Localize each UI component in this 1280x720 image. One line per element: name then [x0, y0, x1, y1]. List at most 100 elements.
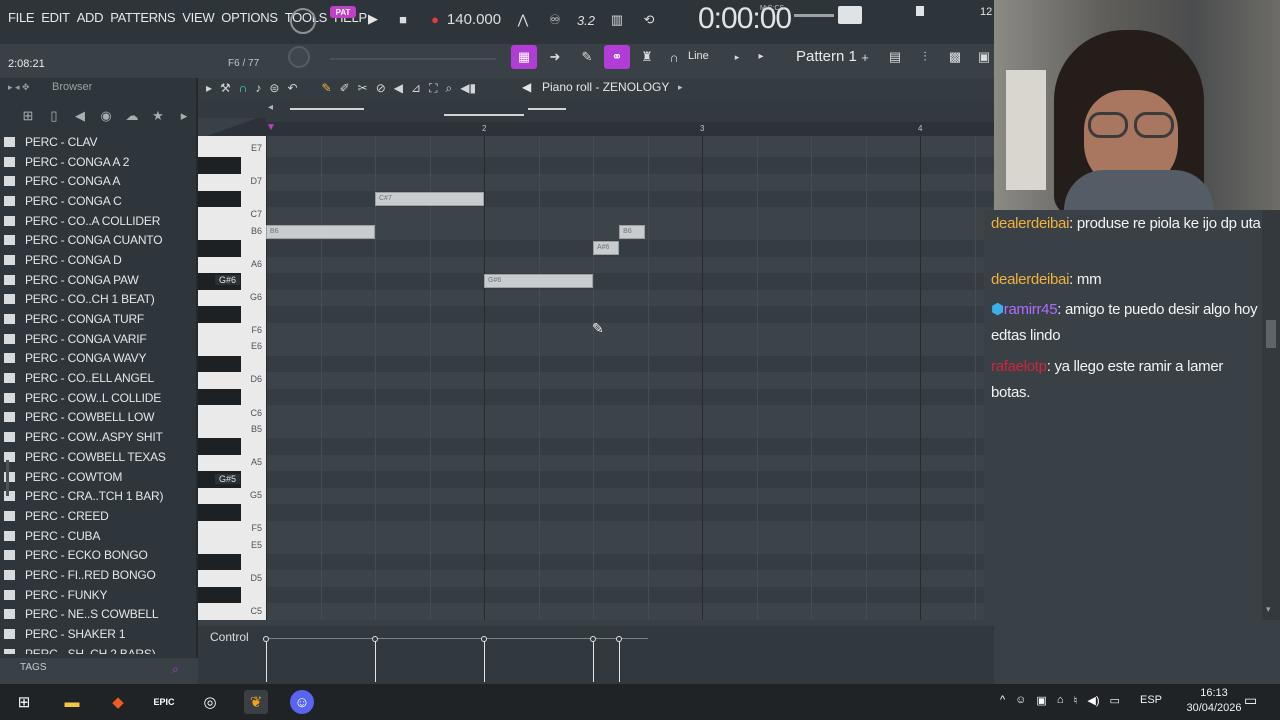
browser-item[interactable]: PERC - COW..L COLLIDE — [0, 388, 196, 408]
scroll-left-icon[interactable]: ◂ — [268, 102, 273, 113]
velocity-handle[interactable] — [372, 636, 378, 642]
metronome-icon[interactable]: ⋀ — [512, 10, 534, 30]
browser-item[interactable]: PERC - CREED — [0, 506, 196, 526]
browser-item[interactable]: PERC - CO..ELL ANGEL — [0, 368, 196, 388]
browser-item[interactable]: PERC - CLAV — [0, 132, 196, 152]
arrow-right-icon[interactable]: ➜ — [544, 46, 566, 68]
black-key[interactable] — [198, 388, 241, 406]
add-pattern-icon[interactable]: + — [858, 48, 872, 66]
menu-edit[interactable]: EDIT — [41, 10, 70, 25]
loop-record-icon[interactable]: ⟲ — [638, 10, 660, 30]
velocity-handle[interactable] — [590, 636, 596, 642]
black-key[interactable] — [198, 240, 241, 257]
pattern-selector[interactable]: Pattern 1 — [796, 48, 857, 65]
browser-item[interactable]: PERC - CONGA WAVY — [0, 349, 196, 369]
browser-item[interactable]: PERC - ECKO BONGO — [0, 545, 196, 565]
browser-options-icon[interactable]: ⊞ — [18, 108, 38, 124]
note-block[interactable]: G#6 — [484, 274, 593, 289]
star-icon[interactable]: ★ — [148, 108, 168, 124]
pencil-tool-icon[interactable]: ✎ — [322, 81, 332, 96]
browser-item[interactable]: PERC - NE..S COWBELL — [0, 605, 196, 625]
zoom-tool-icon[interactable]: ⌕ — [446, 81, 453, 96]
browser-item[interactable]: PERC - CONGA VARIF — [0, 329, 196, 349]
timeline-ruler[interactable]: 2 3 4 — [266, 122, 994, 136]
slice-tool-icon[interactable]: ⊿ — [411, 81, 421, 96]
velocity-bar[interactable] — [484, 640, 485, 682]
note-block[interactable]: A#6 — [593, 241, 620, 256]
browser-item[interactable]: PERC - CONGA C — [0, 191, 196, 211]
browser-item[interactable]: PERC - COWTOM — [0, 467, 196, 487]
mute-tool-icon[interactable]: ◀ — [394, 81, 403, 96]
paint-icon[interactable]: ✐ — [340, 81, 350, 96]
obs-icon[interactable]: ◎ — [198, 690, 222, 714]
browser-item[interactable]: PERC - CONGA A 2 — [0, 152, 196, 172]
playback-tool-icon[interactable]: ◀▮ — [460, 81, 476, 96]
master-volume-slider[interactable] — [794, 14, 834, 17]
pencil-icon[interactable]: ✎ — [576, 46, 598, 68]
black-key[interactable] — [198, 553, 241, 571]
typing-keyboard-icon[interactable]: ▥ — [606, 10, 628, 30]
magnet-tool-icon[interactable]: ∩ — [239, 81, 248, 96]
link-icon[interactable]: ⚭ — [604, 45, 630, 69]
menu-options[interactable]: OPTIONS — [221, 10, 278, 25]
microphone-icon[interactable]: ♮ — [1073, 694, 1077, 707]
notifications-icon[interactable]: ▭ — [1244, 692, 1257, 709]
browser-item[interactable]: PERC - CONGA CUANTO — [0, 230, 196, 250]
velocity-bar[interactable] — [619, 640, 621, 682]
browser-item[interactable]: PERC - CO..CH 1 BEAT) — [0, 290, 196, 310]
file-icon[interactable]: ▯ — [44, 108, 64, 124]
scroll-down-icon[interactable]: ▾ — [1266, 604, 1271, 615]
vertical-scrollbar[interactable] — [1262, 210, 1280, 620]
velocity-handle[interactable] — [263, 636, 269, 642]
snap-arrow-icon[interactable]: ▸ — [732, 50, 742, 64]
control-label[interactable]: Control — [210, 630, 249, 644]
fl-studio-icon[interactable]: ❦ — [244, 690, 268, 714]
mixer-icon[interactable]: ⫶ — [914, 46, 936, 68]
browser-item[interactable]: PERC - FI..RED BONGO — [0, 565, 196, 585]
pat-song-toggle[interactable]: PAT — [330, 6, 356, 18]
horizontal-scroll-area[interactable] — [198, 100, 994, 122]
brave-icon[interactable]: ◆ — [106, 690, 130, 714]
epic-games-icon[interactable]: EPIC — [152, 690, 176, 714]
black-key[interactable] — [198, 190, 241, 208]
tempo-display[interactable]: 140.000 — [447, 10, 501, 28]
black-key[interactable] — [198, 306, 241, 323]
browser-arrows-icon[interactable]: ▸ ◂ ✥ — [8, 82, 30, 93]
expand-icon[interactable]: ▸ — [174, 108, 194, 124]
tray-wifi-icon[interactable]: ⌂ — [1057, 694, 1064, 707]
browser-item[interactable]: PERC - FUNKY — [0, 585, 196, 605]
tray-discord-icon[interactable]: ☺ — [1015, 694, 1026, 707]
browser-item[interactable]: PERC - COW..ASPY SHIT — [0, 427, 196, 447]
cut-tool-icon[interactable]: ✂ — [358, 81, 368, 96]
master-pitch-knob[interactable] — [288, 46, 310, 68]
velocity-bar[interactable] — [375, 640, 376, 682]
menu-patterns[interactable]: PATTERNS — [110, 10, 175, 25]
piano-roll-speaker-icon[interactable]: ◀ — [522, 80, 531, 94]
browser-item[interactable]: PERC - SHAKER 1 — [0, 624, 196, 644]
wrench-icon[interactable]: ⚒ — [220, 81, 231, 96]
black-key[interactable] — [198, 438, 241, 455]
file-explorer-icon[interactable]: ▬ — [60, 690, 84, 714]
velocity-bar[interactable] — [266, 640, 267, 682]
scroll-thumb-left[interactable] — [290, 108, 364, 110]
playlist-icon[interactable]: ▤ — [884, 46, 906, 68]
tray-expand-icon[interactable]: ^ — [1000, 694, 1005, 707]
browser-item[interactable]: PERC - CONGA PAW — [0, 270, 196, 290]
velocity-bar[interactable] — [593, 640, 594, 682]
discord-icon[interactable]: ☺ — [290, 690, 314, 714]
menu-add[interactable]: ADD — [77, 10, 104, 25]
snap-select[interactable]: Line — [688, 50, 709, 62]
wait-icon[interactable]: ♾ — [544, 10, 566, 30]
stamp-tool-icon[interactable]: ⊜ — [269, 81, 279, 96]
piano-keys[interactable]: E7 D7 C7 B6 A6 G#6 G6 F6 E6 D6 C6 B5 A5 G#5 G5 F5 E5 D5 C5 — [198, 136, 266, 620]
volume-icon[interactable]: ◀) — [1087, 694, 1099, 707]
browser-scrollbar[interactable] — [6, 460, 9, 496]
playhead-marker-icon[interactable]: ▼ — [266, 122, 276, 133]
play-button[interactable]: ▶ — [362, 8, 384, 30]
record-button[interactable]: ● — [424, 8, 446, 30]
browser-item[interactable]: PERC - COWBELL LOW — [0, 408, 196, 428]
event-control-lane[interactable] — [198, 626, 994, 684]
plugin-icon[interactable]: ▣ — [974, 46, 994, 68]
note-grid[interactable]: C#7 B6 B6 A#6 G#6 — [266, 136, 994, 620]
pattern-arrow-icon[interactable]: ▸ — [754, 48, 768, 64]
